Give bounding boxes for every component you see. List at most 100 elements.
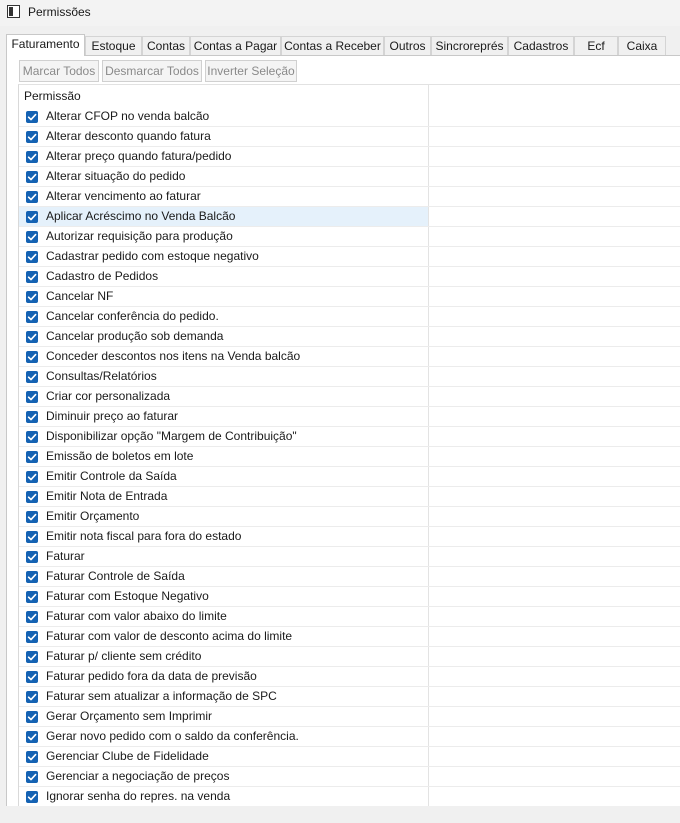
- permission-cell[interactable]: Faturar com Estoque Negativo: [19, 587, 428, 606]
- permission-row[interactable]: Emitir nota fiscal para fora do estado: [19, 527, 680, 547]
- permission-row[interactable]: Emitir Orçamento: [19, 507, 680, 527]
- permission-cell[interactable]: Gerar Orçamento sem Imprimir: [19, 707, 428, 726]
- permission-row[interactable]: Gerar novo pedido com o saldo da conferê…: [19, 727, 680, 747]
- permission-cell[interactable]: Criar cor personalizada: [19, 387, 428, 406]
- checkbox-checked-icon[interactable]: [26, 391, 38, 403]
- checkbox-checked-icon[interactable]: [26, 411, 38, 423]
- permission-row[interactable]: Faturar: [19, 547, 680, 567]
- checkbox-checked-icon[interactable]: [26, 691, 38, 703]
- checkbox-checked-icon[interactable]: [26, 711, 38, 723]
- permission-cell[interactable]: Faturar com valor de desconto acima do l…: [19, 627, 428, 646]
- permission-row[interactable]: Alterar preço quando fatura/pedido: [19, 147, 680, 167]
- permission-cell[interactable]: Alterar CFOP no venda balcão: [19, 107, 428, 126]
- permission-row[interactable]: Aplicar Acréscimo no Venda Balcão: [19, 207, 680, 227]
- permission-cell[interactable]: Faturar Controle de Saída: [19, 567, 428, 586]
- permission-row[interactable]: Disponibilizar opção "Margem de Contribu…: [19, 427, 680, 447]
- tab-outros[interactable]: Outros: [384, 36, 431, 55]
- permission-row[interactable]: Alterar desconto quando fatura: [19, 127, 680, 147]
- checkbox-checked-icon[interactable]: [26, 631, 38, 643]
- permission-row[interactable]: Autorizar requisição para produção: [19, 227, 680, 247]
- checkbox-checked-icon[interactable]: [26, 531, 38, 543]
- unmark-all-button[interactable]: Desmarcar Todos: [102, 60, 202, 82]
- permission-row[interactable]: Faturar com valor de desconto acima do l…: [19, 627, 680, 647]
- checkbox-checked-icon[interactable]: [26, 251, 38, 263]
- permission-row[interactable]: Faturar com valor abaixo do limite: [19, 607, 680, 627]
- checkbox-checked-icon[interactable]: [26, 771, 38, 783]
- permission-row[interactable]: Ignorar senha do repres. na venda: [19, 787, 680, 806]
- permission-cell[interactable]: Faturar p/ cliente sem crédito: [19, 647, 428, 666]
- permission-row[interactable]: Cancelar produção sob demanda: [19, 327, 680, 347]
- permission-row[interactable]: Conceder descontos nos itens na Venda ba…: [19, 347, 680, 367]
- permission-cell[interactable]: Gerenciar Clube de Fidelidade: [19, 747, 428, 766]
- checkbox-checked-icon[interactable]: [26, 491, 38, 503]
- permission-row[interactable]: Cancelar conferência do pedido.: [19, 307, 680, 327]
- permission-cell[interactable]: Cadastro de Pedidos: [19, 267, 428, 286]
- permission-cell[interactable]: Consultas/Relatórios: [19, 367, 428, 386]
- permission-cell[interactable]: Faturar: [19, 547, 428, 566]
- permission-cell[interactable]: Cancelar produção sob demanda: [19, 327, 428, 346]
- tab-caixa[interactable]: Caixa: [618, 36, 666, 55]
- permission-row[interactable]: Alterar vencimento ao faturar: [19, 187, 680, 207]
- checkbox-checked-icon[interactable]: [26, 671, 38, 683]
- checkbox-checked-icon[interactable]: [26, 651, 38, 663]
- permission-row[interactable]: Gerar Orçamento sem Imprimir: [19, 707, 680, 727]
- permission-row[interactable]: Diminuir preço ao faturar: [19, 407, 680, 427]
- mark-all-button[interactable]: Marcar Todos: [19, 60, 99, 82]
- checkbox-checked-icon[interactable]: [26, 551, 38, 563]
- permission-row[interactable]: Emissão de boletos em lote: [19, 447, 680, 467]
- permission-cell[interactable]: Faturar pedido fora da data de previsão: [19, 667, 428, 686]
- checkbox-checked-icon[interactable]: [26, 611, 38, 623]
- permission-row[interactable]: Faturar com Estoque Negativo: [19, 587, 680, 607]
- permission-row[interactable]: Emitir Nota de Entrada: [19, 487, 680, 507]
- permission-cell[interactable]: Emitir Nota de Entrada: [19, 487, 428, 506]
- permission-cell[interactable]: Faturar sem atualizar a informação de SP…: [19, 687, 428, 706]
- permission-cell[interactable]: Emitir Orçamento: [19, 507, 428, 526]
- tab-faturamento[interactable]: Faturamento: [6, 34, 85, 56]
- checkbox-checked-icon[interactable]: [26, 171, 38, 183]
- permission-row[interactable]: Criar cor personalizada: [19, 387, 680, 407]
- tab-contas-a-receber[interactable]: Contas a Receber: [281, 36, 384, 55]
- checkbox-checked-icon[interactable]: [26, 271, 38, 283]
- checkbox-checked-icon[interactable]: [26, 311, 38, 323]
- checkbox-checked-icon[interactable]: [26, 731, 38, 743]
- checkbox-checked-icon[interactable]: [26, 131, 38, 143]
- checkbox-checked-icon[interactable]: [26, 471, 38, 483]
- checkbox-checked-icon[interactable]: [26, 791, 38, 803]
- permission-row[interactable]: Alterar CFOP no venda balcão: [19, 107, 680, 127]
- checkbox-checked-icon[interactable]: [26, 371, 38, 383]
- checkbox-checked-icon[interactable]: [26, 211, 38, 223]
- checkbox-checked-icon[interactable]: [26, 751, 38, 763]
- tab-ecf[interactable]: Ecf: [574, 36, 618, 55]
- permission-cell[interactable]: Cadastrar pedido com estoque negativo: [19, 247, 428, 266]
- permission-cell[interactable]: Emitir Controle da Saída: [19, 467, 428, 486]
- column-header-permission[interactable]: Permissão: [24, 89, 81, 103]
- checkbox-checked-icon[interactable]: [26, 151, 38, 163]
- checkbox-checked-icon[interactable]: [26, 451, 38, 463]
- checkbox-checked-icon[interactable]: [26, 331, 38, 343]
- permission-cell[interactable]: Alterar vencimento ao faturar: [19, 187, 428, 206]
- permission-cell[interactable]: Gerar novo pedido com o saldo da conferê…: [19, 727, 428, 746]
- tab-cadastros[interactable]: Cadastros: [508, 36, 574, 55]
- tab-contas-a-pagar[interactable]: Contas a Pagar: [190, 36, 281, 55]
- checkbox-checked-icon[interactable]: [26, 571, 38, 583]
- permission-cell[interactable]: Alterar desconto quando fatura: [19, 127, 428, 146]
- permission-row[interactable]: Cadastrar pedido com estoque negativo: [19, 247, 680, 267]
- checkbox-checked-icon[interactable]: [26, 511, 38, 523]
- permission-cell[interactable]: Autorizar requisição para produção: [19, 227, 428, 246]
- permission-cell[interactable]: Alterar preço quando fatura/pedido: [19, 147, 428, 166]
- permission-cell[interactable]: Disponibilizar opção "Margem de Contribu…: [19, 427, 428, 446]
- checkbox-checked-icon[interactable]: [26, 191, 38, 203]
- permission-cell[interactable]: Cancelar conferência do pedido.: [19, 307, 428, 326]
- permission-cell[interactable]: Ignorar senha do repres. na venda: [19, 787, 428, 806]
- tab-sincroreps[interactable]: Sincroreprés: [431, 36, 508, 55]
- permission-row[interactable]: Faturar pedido fora da data de previsão: [19, 667, 680, 687]
- permission-cell[interactable]: Emitir nota fiscal para fora do estado: [19, 527, 428, 546]
- permission-row[interactable]: Faturar p/ cliente sem crédito: [19, 647, 680, 667]
- checkbox-checked-icon[interactable]: [26, 431, 38, 443]
- permission-cell[interactable]: Emissão de boletos em lote: [19, 447, 428, 466]
- permission-cell[interactable]: Cancelar NF: [19, 287, 428, 306]
- permission-row[interactable]: Faturar Controle de Saída: [19, 567, 680, 587]
- invert-selection-button[interactable]: Inverter Seleção: [205, 60, 297, 82]
- checkbox-checked-icon[interactable]: [26, 351, 38, 363]
- permission-row[interactable]: Alterar situação do pedido: [19, 167, 680, 187]
